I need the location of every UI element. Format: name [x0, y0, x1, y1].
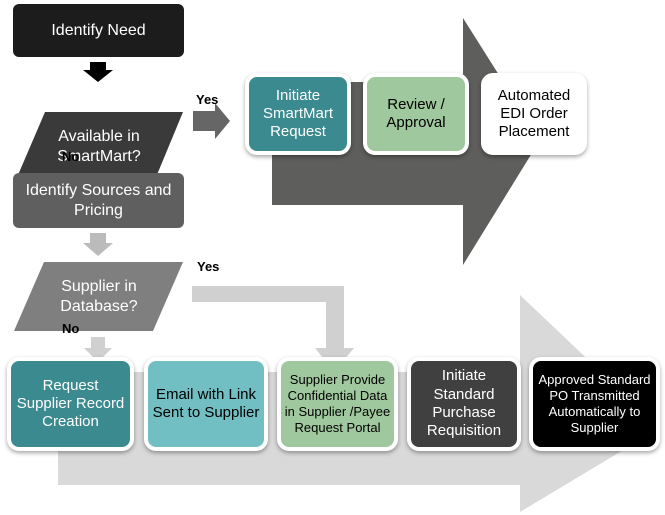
initiate-standard-requisition-step: Initiate Standard Purchase Requisition — [407, 357, 521, 451]
available-in-smartmart-decision: Available in SmartMart? — [57, 128, 141, 165]
review-approval-step: Review / Approval — [363, 73, 469, 155]
identify-sources-step: Identify Sources and Pricing — [13, 173, 184, 228]
request-supplier-record-step: Request Supplier Record Creation — [7, 357, 134, 451]
supplier-in-database-decision: Supplier in Database? — [60, 277, 138, 315]
no-label-top: No — [62, 149, 80, 164]
approved-po-transmitted-step: Approved Standard PO Transmitted Automat… — [529, 357, 660, 451]
procurement-flow-diagram: Identify Need Available in SmartMart? Id… — [0, 0, 665, 515]
initiate-smartmart-request-step: Initiate SmartMart Request — [245, 73, 351, 155]
automated-edi-order-step: Automated EDI Order Placement — [481, 73, 587, 155]
supplier-provide-data-step: Supplier Provide Confidential Data in Su… — [277, 357, 398, 451]
yes-label-top: Yes — [196, 92, 219, 107]
no-label-bottom: No — [62, 321, 80, 336]
yes-label-bottom: Yes — [197, 259, 220, 274]
email-link-step: Email with Link Sent to Supplier — [144, 357, 268, 451]
